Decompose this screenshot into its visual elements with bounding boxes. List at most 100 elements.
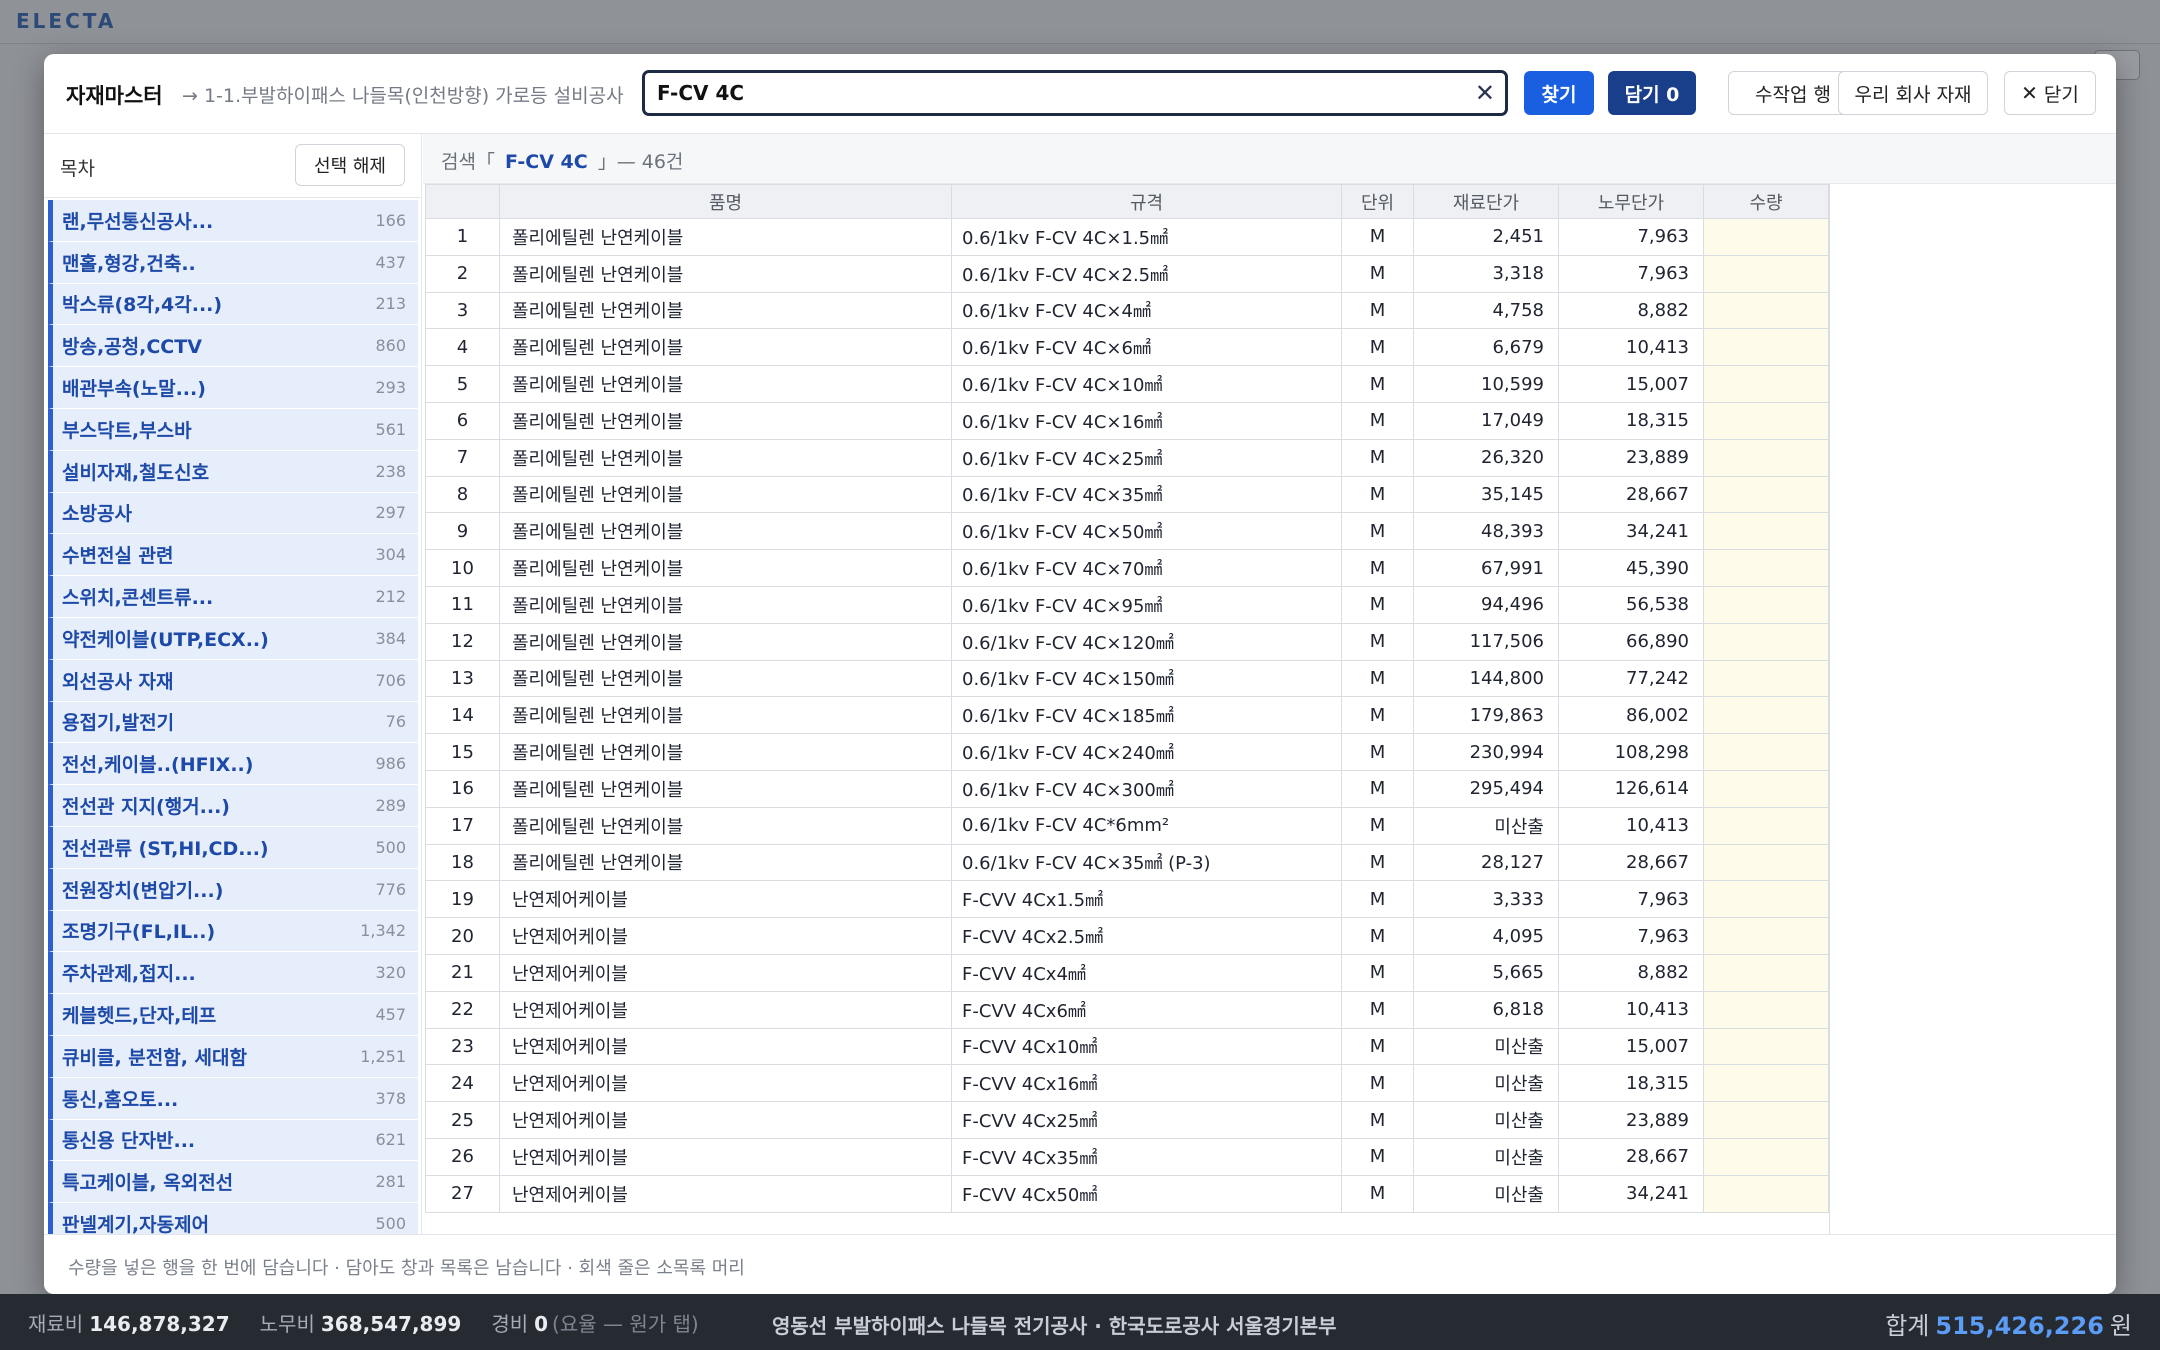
results-table-container[interactable]: 품명 규격 단위 재료단가 노무단가 수량 1 폴리에틸렌 난연케이블 0.6/1k… bbox=[425, 184, 1830, 1234]
sidebar-item[interactable]: 약전케이블(UTP,ECX..) 384 bbox=[48, 617, 418, 660]
quantity-input-cell[interactable] bbox=[1703, 843, 1829, 882]
table-row[interactable]: 2 폴리에틸렌 난연케이블 0.6/1kv F-CV 4C×2.5㎟ M 3,318 7,… bbox=[425, 254, 1829, 293]
sidebar-item[interactable]: 외선공사 자재 706 bbox=[48, 659, 418, 702]
quantity-input-cell[interactable] bbox=[1703, 585, 1829, 624]
sidebar-item[interactable]: 주차관제,접지... 320 bbox=[48, 952, 418, 995]
quantity-input-cell[interactable] bbox=[1703, 696, 1829, 735]
close-button[interactable]: ✕ 닫기 bbox=[2004, 71, 2096, 115]
quantity-input-cell[interactable] bbox=[1703, 365, 1829, 403]
table-row[interactable]: 17 폴리에틸렌 난연케이블 0.6/1kv F-CV 4C*6mm² M 미산출 10,… bbox=[425, 806, 1829, 845]
clear-search-icon[interactable]: ✕ bbox=[1475, 79, 1495, 107]
quantity-input-cell[interactable] bbox=[1703, 254, 1829, 293]
sidebar-item[interactable]: 전원장치(변압기...) 776 bbox=[48, 868, 418, 911]
table-row[interactable]: 23 난연제어케이블 F-CVV 4Cx10㎟ M 미산출 15,007 bbox=[425, 1027, 1829, 1066]
quantity-input-cell[interactable] bbox=[1703, 549, 1829, 587]
sidebar-item[interactable]: 판넬계기,자동제어 500 bbox=[48, 1203, 418, 1234]
item-unit-cell: M bbox=[1341, 769, 1414, 808]
table-row[interactable]: 21 난연제어케이블 F-CVV 4Cx4㎟ M 5,665 8,882 bbox=[425, 953, 1829, 992]
find-button[interactable]: 찾기 bbox=[1524, 71, 1594, 115]
table-row[interactable]: 19 난연제어케이블 F-CVV 4Cx1.5㎟ M 3,333 7,963 bbox=[425, 880, 1829, 919]
table-row[interactable]: 7 폴리에틸렌 난연케이블 0.6/1kv F-CV 4C×25㎟ M 26,320 23… bbox=[425, 438, 1829, 477]
table-row[interactable]: 9 폴리에틸렌 난연케이블 0.6/1kv F-CV 4C×50㎟ M 48,393 34… bbox=[425, 512, 1829, 551]
item-spec-cell: 0.6/1kv F-CV 4C×4㎟ bbox=[951, 291, 1342, 330]
quantity-input-cell[interactable] bbox=[1703, 438, 1829, 477]
quantity-input-cell[interactable] bbox=[1703, 1137, 1829, 1176]
table-row[interactable]: 4 폴리에틸렌 난연케이블 0.6/1kv F-CV 4C×6㎟ M 6,679 10,4… bbox=[425, 328, 1829, 367]
sidebar-item[interactable]: 용접기,발전기 76 bbox=[48, 701, 418, 744]
quantity-input-cell[interactable] bbox=[1703, 475, 1829, 514]
sidebar-item[interactable]: 설비자재,철도신호 238 bbox=[48, 450, 418, 493]
sidebar-item[interactable]: 부스닥트,부스바 561 bbox=[48, 408, 418, 451]
table-row[interactable]: 25 난연제어케이블 F-CVV 4Cx25㎟ M 미산출 23,889 bbox=[425, 1101, 1829, 1139]
add-to-cart-button[interactable]: 담기 0 bbox=[1608, 71, 1696, 115]
table-row[interactable]: 3 폴리에틸렌 난연케이블 0.6/1kv F-CV 4C×4㎟ M 4,758 8,88… bbox=[425, 291, 1829, 330]
sidebar-item[interactable]: 랜,무선통신공사... 166 bbox=[48, 200, 418, 242]
quantity-input-cell[interactable] bbox=[1703, 733, 1829, 771]
table-row[interactable]: 1 폴리에틸렌 난연케이블 0.6/1kv F-CV 4C×1.5㎟ M 2,451 7,… bbox=[425, 218, 1829, 256]
table-row[interactable]: 16 폴리에틸렌 난연케이블 0.6/1kv F-CV 4C×300㎟ M 295,49… bbox=[425, 769, 1829, 808]
quantity-input-cell[interactable] bbox=[1703, 990, 1829, 1029]
quantity-input-cell[interactable] bbox=[1703, 328, 1829, 367]
clear-selection-button[interactable]: 선택 해제 bbox=[295, 144, 405, 186]
sidebar-item[interactable]: 큐비클, 분전함, 세대함 1,251 bbox=[48, 1035, 418, 1078]
quantity-input-cell[interactable] bbox=[1703, 659, 1829, 698]
company-material-button[interactable]: 우리 회사 자재 bbox=[1838, 71, 1988, 115]
quantity-input-cell[interactable] bbox=[1703, 953, 1829, 992]
quantity-input-cell[interactable] bbox=[1703, 806, 1829, 845]
sidebar-item[interactable]: 박스류(8각,4각...) 213 bbox=[48, 283, 418, 326]
sidebar-item[interactable]: 조명기구(FL,IL..) 1,342 bbox=[48, 910, 418, 953]
table-row[interactable]: 14 폴리에틸렌 난연케이블 0.6/1kv F-CV 4C×185㎟ M 179,86… bbox=[425, 696, 1829, 735]
table-row[interactable]: 22 난연제어케이블 F-CVV 4Cx6㎟ M 6,818 10,413 bbox=[425, 990, 1829, 1029]
sidebar-item-count: 621 bbox=[375, 1130, 406, 1150]
table-row[interactable]: 20 난연제어케이블 F-CVV 4Cx2.5㎟ M 4,095 7,963 bbox=[425, 917, 1829, 955]
labor-price-cell: 15,007 bbox=[1558, 1027, 1704, 1066]
table-row[interactable]: 26 난연제어케이블 F-CVV 4Cx35㎟ M 미산출 28,667 bbox=[425, 1137, 1829, 1176]
search-input[interactable] bbox=[657, 79, 1437, 107]
sidebar-item[interactable]: 수변전실 관련 304 bbox=[48, 534, 418, 577]
quantity-input-cell[interactable] bbox=[1703, 512, 1829, 551]
table-row[interactable]: 18 폴리에틸렌 난연케이블 0.6/1kv F-CV 4C×35㎟ (P-3) M 2… bbox=[425, 843, 1829, 882]
sidebar-item-label: 부스닥트,부스바 bbox=[62, 419, 192, 442]
sidebar-item-label: 박스류(8각,4각...) bbox=[62, 294, 223, 317]
close-icon: ✕ bbox=[2021, 81, 2038, 105]
quantity-input-cell[interactable] bbox=[1703, 880, 1829, 919]
table-row[interactable]: 13 폴리에틸렌 난연케이블 0.6/1kv F-CV 4C×150㎟ M 144,80… bbox=[425, 659, 1829, 698]
sidebar-item[interactable]: 통신,홈오토... 378 bbox=[48, 1077, 418, 1120]
quantity-input-cell[interactable] bbox=[1703, 218, 1829, 256]
table-row[interactable]: 6 폴리에틸렌 난연케이블 0.6/1kv F-CV 4C×16㎟ M 17,049 18… bbox=[425, 401, 1829, 440]
sidebar-item[interactable]: 전선관류 (ST,HI,CD...) 500 bbox=[48, 826, 418, 869]
item-spec-cell: 0.6/1kv F-CV 4C×10㎟ bbox=[951, 365, 1342, 403]
quantity-input-cell[interactable] bbox=[1703, 1064, 1829, 1103]
table-row[interactable]: 5 폴리에틸렌 난연케이블 0.6/1kv F-CV 4C×10㎟ M 10,599 15… bbox=[425, 365, 1829, 403]
sidebar-item[interactable]: 특고케이블, 옥외전선 281 bbox=[48, 1161, 418, 1204]
material-price-cell: 179,863 bbox=[1413, 696, 1559, 735]
quantity-input-cell[interactable] bbox=[1703, 291, 1829, 330]
item-unit-cell: M bbox=[1341, 806, 1414, 845]
sidebar-item[interactable]: 소방공사 297 bbox=[48, 492, 418, 535]
quantity-input-cell[interactable] bbox=[1703, 1174, 1829, 1213]
sidebar-item[interactable]: 통신용 단자반... 621 bbox=[48, 1119, 418, 1162]
sidebar-item[interactable]: 전선관 지지(행거...) 289 bbox=[48, 785, 418, 827]
quantity-input-cell[interactable] bbox=[1703, 1027, 1829, 1066]
table-row[interactable]: 8 폴리에틸렌 난연케이블 0.6/1kv F-CV 4C×35㎟ M 35,145 28… bbox=[425, 475, 1829, 514]
sidebar-item[interactable]: 케블헷드,단자,테프 457 bbox=[48, 994, 418, 1036]
sidebar-item[interactable]: 전선,케이블..(HFIX..) 986 bbox=[48, 743, 418, 786]
table-row[interactable]: 27 난연제어케이블 F-CVV 4Cx50㎟ M 미산출 34,241 bbox=[425, 1174, 1829, 1213]
quantity-input-cell[interactable] bbox=[1703, 917, 1829, 955]
quantity-input-cell[interactable] bbox=[1703, 401, 1829, 440]
table-row[interactable]: 15 폴리에틸렌 난연케이블 0.6/1kv F-CV 4C×240㎟ M 230,99… bbox=[425, 733, 1829, 771]
quantity-input-cell[interactable] bbox=[1703, 1101, 1829, 1139]
table-row[interactable]: 12 폴리에틸렌 난연케이블 0.6/1kv F-CV 4C×120㎟ M 117,50… bbox=[425, 622, 1829, 661]
sidebar-item[interactable]: 스위치,콘센트류... 212 bbox=[48, 576, 418, 618]
sidebar-item[interactable]: 방송,공청,CCTV 860 bbox=[48, 325, 418, 368]
table-row[interactable]: 24 난연제어케이블 F-CVV 4Cx16㎟ M 미산출 18,315 bbox=[425, 1064, 1829, 1103]
table-row[interactable]: 11 폴리에틸렌 난연케이블 0.6/1kv F-CV 4C×95㎟ M 94,496 5… bbox=[425, 585, 1829, 624]
item-spec-cell: F-CVV 4Cx6㎟ bbox=[951, 990, 1342, 1029]
quantity-input-cell[interactable] bbox=[1703, 769, 1829, 808]
quantity-input-cell[interactable] bbox=[1703, 622, 1829, 661]
item-name-cell: 난연제어케이블 bbox=[499, 1137, 952, 1176]
sidebar-item[interactable]: 맨홀,형강,건축.. 437 bbox=[48, 241, 418, 284]
item-unit-cell: M bbox=[1341, 438, 1414, 477]
table-row[interactable]: 10 폴리에틸렌 난연케이블 0.6/1kv F-CV 4C×70㎟ M 67,991 4… bbox=[425, 549, 1829, 587]
sidebar-item[interactable]: 배관부속(노말...) 293 bbox=[48, 367, 418, 409]
